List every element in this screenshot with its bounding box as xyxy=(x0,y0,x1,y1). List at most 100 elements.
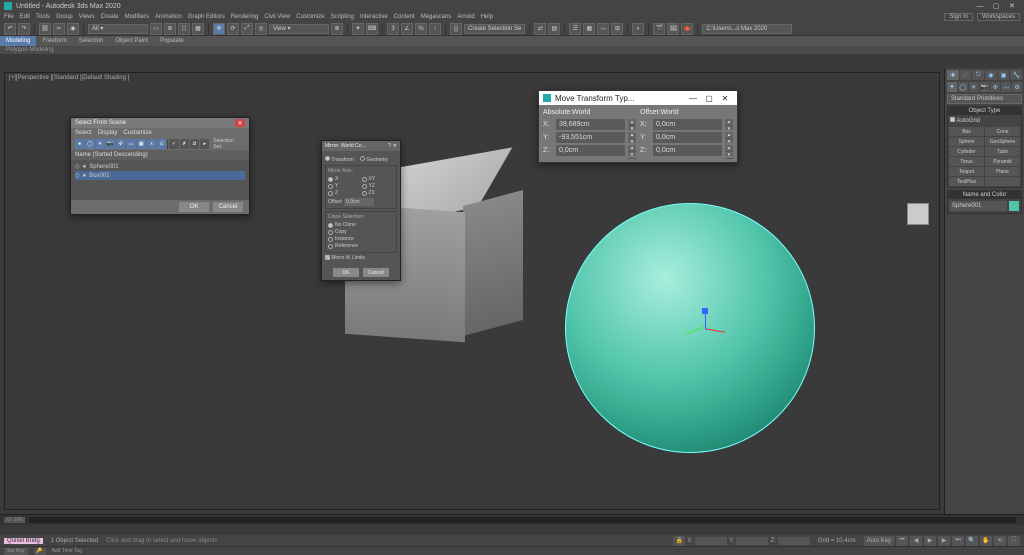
percent-snap-button[interactable]: % xyxy=(415,23,427,35)
align-button[interactable]: ▤ xyxy=(548,23,560,35)
menu-scripting[interactable]: Scripting xyxy=(331,14,354,20)
sfs-select-all[interactable]: ✓ xyxy=(169,139,178,149)
move-gizmo[interactable] xyxy=(685,308,725,348)
motion-panel-tab[interactable]: ◉ xyxy=(985,70,997,80)
move-abs-x-field[interactable]: 39,689cm xyxy=(556,119,625,130)
menu-megascans[interactable]: Megascans xyxy=(421,14,452,20)
menu-grapheditors[interactable]: Graph Editors xyxy=(188,14,225,20)
key-filters-button[interactable]: 🔑 xyxy=(34,548,46,555)
mirror-help-button[interactable]: ? xyxy=(388,143,391,149)
mirror-close-button[interactable]: ✕ xyxy=(393,143,397,149)
gizmo-y-axis[interactable] xyxy=(685,327,704,335)
object-type-header[interactable]: Object Type xyxy=(948,107,1021,115)
mirror-axis-yz-radio[interactable] xyxy=(362,184,367,189)
viewcube[interactable] xyxy=(907,203,929,225)
play-button[interactable]: ▶ xyxy=(924,536,936,546)
mirror-clone-copy-radio[interactable] xyxy=(328,230,333,235)
menu-rendering[interactable]: Rendering xyxy=(231,14,259,20)
sfs-column-header[interactable]: Name (Sorted Descending) xyxy=(71,150,249,160)
link-button[interactable]: ⛓ xyxy=(39,23,51,35)
menu-edit[interactable]: Edit xyxy=(20,14,30,20)
name-color-header[interactable]: Name and Color xyxy=(948,191,1021,199)
primitive-pyramid-button[interactable]: Pyramid xyxy=(985,157,1020,166)
sfs-item-sphere001[interactable]: ◇●Sphere001 xyxy=(75,162,245,171)
menu-tools[interactable]: Tools xyxy=(36,14,50,20)
move-minimize-button[interactable]: — xyxy=(685,94,701,103)
menu-modifiers[interactable]: Modifiers xyxy=(125,14,149,20)
sfs-filter-lights[interactable]: ☀ xyxy=(96,139,105,149)
category-combo[interactable]: Standard Primitives xyxy=(947,94,1022,104)
mirror-cancel-button[interactable]: Cancel xyxy=(363,268,389,277)
sfs-menu-customize[interactable]: Customize xyxy=(123,130,151,136)
sfs-filter-xref[interactable]: x xyxy=(147,139,156,149)
minimize-button[interactable]: — xyxy=(972,3,988,10)
mirror-axis-xy-radio[interactable] xyxy=(362,177,367,182)
spinner-snap-button[interactable]: ↕ xyxy=(429,23,441,35)
primitive-tube-button[interactable]: Tube xyxy=(985,147,1020,156)
menu-create[interactable]: Create xyxy=(101,14,119,20)
systems-cat-button[interactable]: ⚙ xyxy=(1012,82,1022,92)
schematic-button[interactable]: ⊞ xyxy=(611,23,623,35)
mirror-clone-instance-radio[interactable] xyxy=(328,237,333,242)
menu-interactive[interactable]: Interactive xyxy=(360,14,388,20)
mirror-ok-button[interactable]: OK xyxy=(333,268,359,277)
ref-coord-combo[interactable]: View ▾ xyxy=(269,24,329,34)
signin-button[interactable]: Sign In xyxy=(944,13,973,21)
quixel-bridge-tag[interactable]: Quixel Bridg xyxy=(4,538,43,544)
spacewarp-cat-button[interactable]: 〰 xyxy=(1001,82,1011,92)
snap-button[interactable]: 3 xyxy=(387,23,399,35)
time-ruler[interactable] xyxy=(0,525,1024,535)
primitive-torus-button[interactable]: Torus xyxy=(949,157,984,166)
lights-cat-button[interactable]: ☀ xyxy=(969,82,979,92)
status-z-field[interactable] xyxy=(778,537,810,545)
sfs-cancel-button[interactable]: Cancel xyxy=(213,202,243,212)
rect-region-button[interactable]: ◻ xyxy=(178,23,190,35)
create-panel-tab[interactable]: ✚ xyxy=(947,70,959,80)
display-panel-tab[interactable]: ▣ xyxy=(998,70,1010,80)
select-button[interactable]: ▭ xyxy=(150,23,162,35)
rotate-button[interactable]: ⟳ xyxy=(227,23,239,35)
edit-selection-set-button[interactable]: {} xyxy=(450,23,462,35)
menu-file[interactable]: File xyxy=(4,14,14,20)
mirror-axis-y-radio[interactable] xyxy=(328,184,333,189)
sfs-filter-helpers[interactable]: ✣ xyxy=(116,139,125,149)
manipulate-button[interactable]: ✦ xyxy=(352,23,364,35)
workspaces-button[interactable]: Workspaces xyxy=(977,13,1020,21)
mirror-axis-zx-radio[interactable] xyxy=(362,191,367,196)
redo-button[interactable]: ↷ xyxy=(18,23,30,35)
move-off-z-field[interactable]: 0,0cm xyxy=(653,145,722,156)
pan-button[interactable]: ✋ xyxy=(980,536,992,546)
sfs-menu-display[interactable]: Display xyxy=(98,130,118,136)
sfs-ok-button[interactable]: OK xyxy=(179,202,209,212)
mirror-button[interactable]: ⇄ xyxy=(534,23,546,35)
sfs-select-none[interactable]: ✗ xyxy=(180,139,189,149)
ribbon-tab-modeling[interactable]: Modeling xyxy=(0,36,36,46)
move-off-x-field[interactable]: 0,0cm xyxy=(653,119,722,130)
primitive-sphere-button[interactable]: Sphere xyxy=(949,137,984,146)
time-slider[interactable] xyxy=(29,517,1016,523)
primitive-cylinder-button[interactable]: Cylinder xyxy=(949,147,984,156)
add-time-tag[interactable]: Add Time Tag xyxy=(52,548,82,554)
select-by-name-button[interactable]: ≣ xyxy=(164,23,176,35)
autogrid-checkbox[interactable] xyxy=(950,117,955,122)
sfs-filter-bone[interactable]: ⎌ xyxy=(157,139,166,149)
move-abs-y-spinner[interactable]: ▴▾ xyxy=(628,132,636,143)
scale-button[interactable]: ⤢ xyxy=(241,23,253,35)
render-frame-button[interactable]: 🖼 xyxy=(667,23,679,35)
angle-snap-button[interactable]: ∠ xyxy=(401,23,413,35)
window-crossing-button[interactable]: ▦ xyxy=(192,23,204,35)
primitive-plane-button[interactable]: Plane xyxy=(985,167,1020,176)
lock-selection-button[interactable]: 🔒 xyxy=(673,536,685,546)
unlink-button[interactable]: ✂ xyxy=(53,23,65,35)
move-close-button[interactable]: ✕ xyxy=(717,94,733,103)
mirror-axis-z-radio[interactable] xyxy=(328,191,333,196)
menu-arnold[interactable]: Arnold xyxy=(457,14,474,20)
material-editor-button[interactable]: ◐ xyxy=(632,23,644,35)
mirror-clone-none-radio[interactable] xyxy=(328,223,333,228)
zoom-extents-button[interactable]: 🔍 xyxy=(966,536,978,546)
primitive-box-button[interactable]: Box xyxy=(949,127,984,136)
sfs-filter-shapes[interactable]: ◯ xyxy=(85,139,94,149)
pivot-button[interactable]: ⊕ xyxy=(331,23,343,35)
move-maximize-button[interactable]: ▢ xyxy=(701,94,717,103)
mirror-ik-checkbox[interactable]: ✓ xyxy=(325,255,330,260)
